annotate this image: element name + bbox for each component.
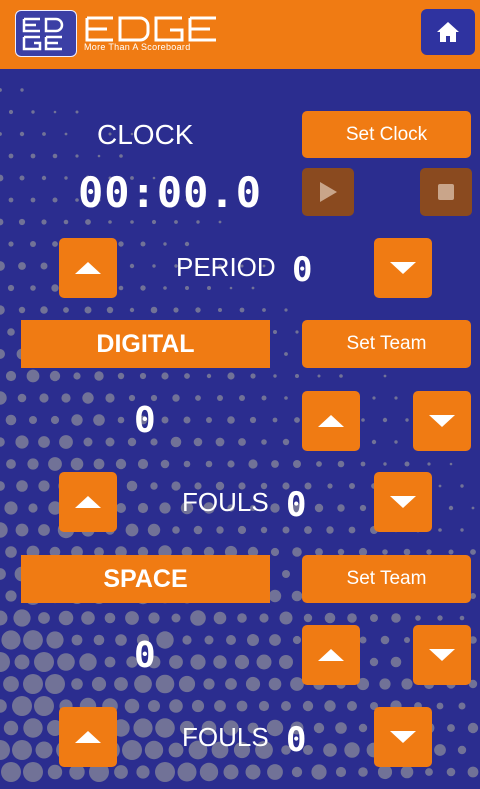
home-icon: [437, 22, 459, 42]
team-2-name: SPACE: [21, 555, 270, 603]
chevron-up-icon: [75, 262, 101, 274]
chevron-up-icon: [75, 731, 101, 743]
play-button[interactable]: [302, 168, 354, 216]
team-2-score: 0: [134, 635, 156, 676]
set-clock-button[interactable]: Set Clock: [302, 111, 471, 158]
header-divider: [0, 66, 480, 69]
chevron-up-icon: [318, 649, 344, 661]
team-1-fouls-up-button[interactable]: [59, 472, 117, 532]
home-button[interactable]: [421, 9, 475, 55]
team-1-name: DIGITAL: [21, 320, 270, 368]
period-value: 0: [292, 250, 313, 290]
stop-button[interactable]: [420, 168, 472, 216]
app-header: More Than A Scoreboard: [0, 0, 480, 66]
chevron-up-icon: [75, 496, 101, 508]
team-1-score-down-button[interactable]: [413, 391, 471, 451]
chevron-down-icon: [390, 262, 416, 274]
chevron-down-icon: [390, 496, 416, 508]
brand-tagline: More Than A Scoreboard: [84, 42, 191, 52]
play-icon: [319, 182, 337, 202]
chevron-up-icon: [318, 415, 344, 427]
team-1-fouls-value: 0: [286, 485, 307, 525]
clock-display: 00:00.0: [78, 168, 263, 217]
team-1-score: 0: [134, 400, 156, 441]
team-1-fouls-down-button[interactable]: [374, 472, 432, 532]
team-2-score-up-button[interactable]: [302, 625, 360, 685]
chevron-down-icon: [390, 731, 416, 743]
brand-wordmark: [84, 14, 220, 44]
team-2-fouls-up-button[interactable]: [59, 707, 117, 767]
period-down-button[interactable]: [374, 238, 432, 298]
team-2-score-down-button[interactable]: [413, 625, 471, 685]
set-team-label: Set Team: [346, 568, 427, 589]
team-2-fouls-value: 0: [286, 720, 307, 760]
period-up-button[interactable]: [59, 238, 117, 298]
set-clock-label: Set Clock: [345, 123, 428, 145]
edge-logo: [15, 10, 77, 57]
team-1-score-up-button[interactable]: [302, 391, 360, 451]
chevron-down-icon: [429, 649, 455, 661]
clock-label: CLOCK: [97, 119, 194, 150]
set-team-label: Set Team: [346, 333, 427, 354]
team-2-set-team-button[interactable]: Set Team: [302, 555, 471, 603]
chevron-down-icon: [429, 415, 455, 427]
team-2-fouls-label: FOULS: [182, 722, 269, 752]
team-1-fouls-label: FOULS: [182, 487, 269, 517]
team-2-fouls-down-button[interactable]: [374, 707, 432, 767]
period-label: PERIOD: [176, 252, 276, 282]
team-1-set-team-button[interactable]: Set Team: [302, 320, 471, 368]
stop-icon: [438, 184, 454, 200]
